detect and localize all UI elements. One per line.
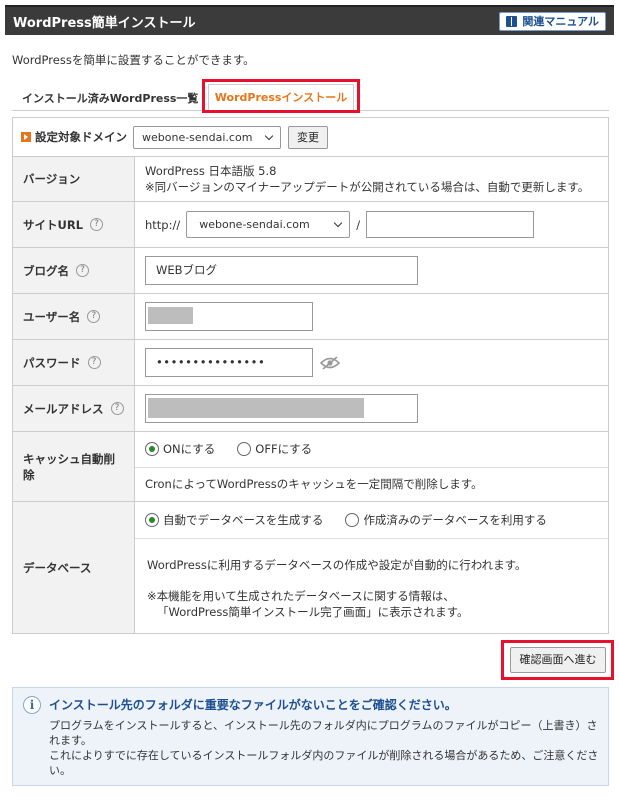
chevron-down-icon	[333, 218, 343, 228]
redacted-email	[148, 398, 364, 418]
confirm-button[interactable]: 確認画面へ進む	[510, 647, 606, 673]
username-label: ユーザー名?	[13, 294, 135, 339]
notice-line1: プログラムをインストールすると、インストール先のフォルダ内にプログラムのファイル…	[49, 719, 598, 747]
info-icon: i	[23, 696, 41, 714]
tab-bar: インストール済みWordPress一覧 WordPressインストール	[12, 79, 609, 113]
version-note: ※同バージョンのマイナーアップデートが公開されている場合は、自動で更新します。	[145, 180, 590, 194]
password-input[interactable]: •••••••••••••••	[145, 348, 313, 377]
radio-checked-icon	[145, 513, 159, 527]
database-label: データベース	[13, 502, 135, 633]
username-row: ユーザー名?	[13, 293, 608, 339]
help-icon[interactable]: ?	[110, 402, 124, 415]
url-prefix: http://	[145, 217, 181, 232]
domain-select-value: webone-sendai.com	[142, 130, 253, 144]
blog-name-row: ブログ名? WEBブログ	[13, 247, 608, 293]
install-form: 設定対象ドメイン webone-sendai.com 変更 バージョン Word…	[12, 117, 609, 634]
database-row: データベース 自動でデータベースを生成する 作成済みのデータベースを利用する W…	[13, 501, 608, 633]
version-row: バージョン WordPress 日本語版 5.8 ※同バージョンのマイナーアップ…	[13, 156, 608, 201]
cache-on-radio[interactable]: ONにする	[145, 441, 215, 457]
site-url-label: サイトURL?	[13, 202, 135, 247]
help-icon[interactable]: ?	[87, 356, 101, 369]
cache-label: キャッシュ自動削除	[13, 432, 135, 501]
url-separator: /	[356, 217, 361, 232]
password-label: パスワード?	[13, 340, 135, 385]
domain-row: 設定対象ドメイン webone-sendai.com 変更	[13, 118, 608, 156]
book-icon	[506, 16, 518, 27]
related-manual-button[interactable]: 関連マニュアル	[499, 12, 606, 31]
help-icon[interactable]: ?	[87, 310, 101, 323]
email-row: メールアドレス?	[13, 385, 608, 431]
site-url-domain-select[interactable]: webone-sendai.com	[186, 211, 351, 238]
database-auto-label: 自動でデータベースを生成する	[163, 513, 324, 527]
cache-on-label: ONにする	[163, 442, 216, 457]
tab-installed-list[interactable]: インストール済みWordPress一覧	[12, 86, 208, 111]
database-description: WordPressに利用するデータベースの作成や設定が自動的に行われます。	[147, 558, 527, 572]
eye-off-icon[interactable]	[320, 355, 340, 370]
version-label: バージョン	[13, 157, 135, 201]
notice-heading: インストール先のフォルダに重要なファイルがないことをご確認ください。	[49, 698, 457, 712]
arrow-right-icon	[21, 132, 31, 142]
page-header: WordPress簡単インストール 関連マニュアル	[5, 5, 614, 35]
password-row: パスワード? •••••••••••••••	[13, 339, 608, 385]
database-existing-label: 作成済みのデータベースを利用する	[363, 513, 547, 527]
site-url-path-input[interactable]	[366, 211, 535, 238]
radio-unchecked-icon	[237, 442, 252, 457]
cache-description: CronによってWordPressのキャッシュを一定間隔で削除します。	[135, 466, 608, 502]
redacted-username	[148, 307, 193, 324]
help-icon[interactable]: ?	[76, 264, 89, 277]
intro-text: WordPressを簡単に設置することができます。	[12, 53, 255, 67]
blog-name-label: ブログ名?	[13, 248, 135, 293]
page-title: WordPress簡単インストール	[13, 16, 196, 31]
notice-line2: これによりすでに存在しているインストールフォルダ内のファイルが削除される場合があ…	[49, 749, 599, 777]
cache-off-label: OFFにする	[255, 442, 313, 457]
help-icon[interactable]: ?	[90, 218, 104, 231]
email-label: メールアドレス?	[13, 386, 135, 431]
site-url-row: サイトURL? http:// webone-sendai.com /	[13, 201, 608, 247]
chevron-down-icon	[264, 131, 274, 140]
highlight-frame-tab	[202, 79, 360, 113]
database-note-line1: ※本機能を用いて生成されたデータベースに関する情報は、	[147, 589, 455, 603]
change-domain-button[interactable]: 変更	[288, 125, 328, 149]
blog-name-input[interactable]: WEBブログ	[145, 256, 418, 285]
notice-box: i インストール先のフォルダに重要なファイルがないことをご確認ください。 プログ…	[12, 687, 609, 786]
database-note-line2: 「WordPress簡単インストール完了画面」に表示されます。	[157, 605, 469, 619]
database-existing-radio[interactable]: 作成済みのデータベースを利用する	[345, 512, 547, 528]
database-auto-radio[interactable]: 自動でデータベースを生成する	[145, 512, 323, 528]
radio-unchecked-icon	[345, 513, 360, 527]
cache-row: キャッシュ自動削除 ONにする OFFにする CronによってWordPress…	[13, 431, 608, 501]
domain-label: 設定対象ドメイン	[35, 130, 127, 144]
version-value: WordPress 日本語版 5.8	[145, 164, 277, 178]
cache-off-radio[interactable]: OFFにする	[237, 441, 312, 457]
domain-select[interactable]: webone-sendai.com	[133, 125, 281, 149]
related-manual-label: 関連マニュアル	[522, 15, 599, 28]
radio-checked-icon	[145, 442, 159, 457]
site-url-domain-value: webone-sendai.com	[199, 218, 310, 231]
